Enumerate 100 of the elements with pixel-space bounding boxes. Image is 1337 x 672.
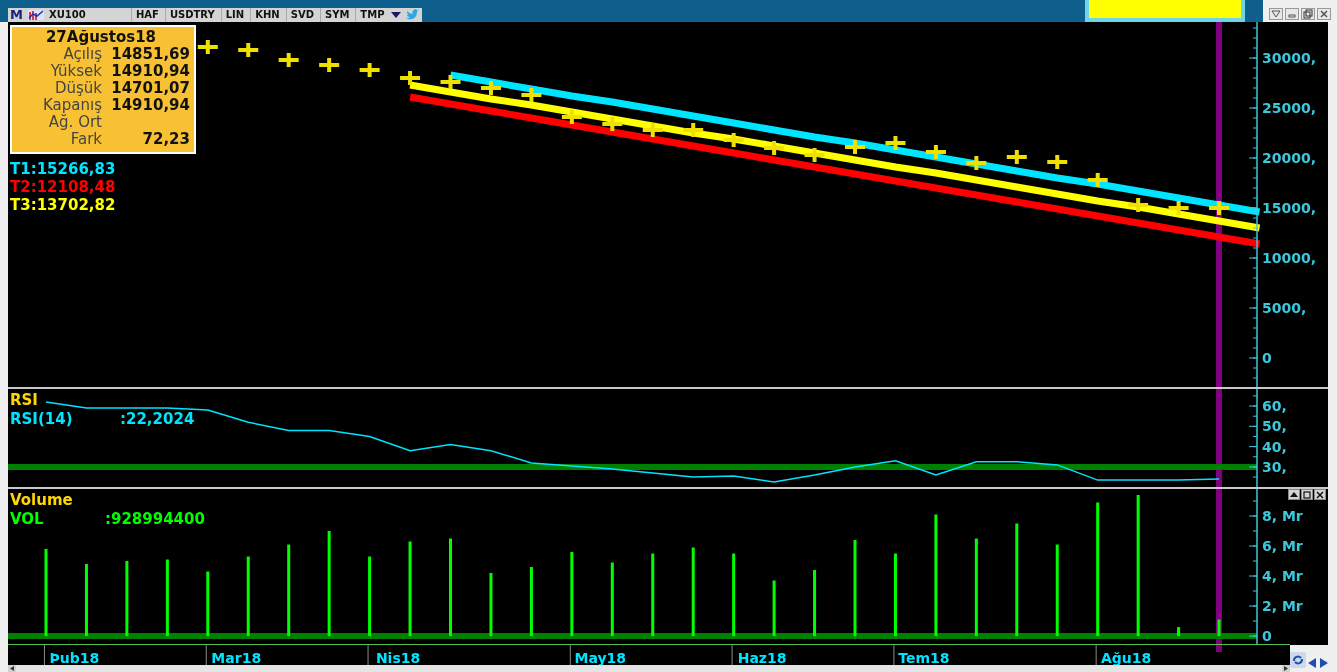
- month-label: Mar18: [211, 650, 262, 665]
- candle-marker: [359, 63, 380, 77]
- candle-marker: [197, 40, 218, 54]
- candle-marker: [1006, 150, 1027, 164]
- scrollbar[interactable]: [8, 665, 1290, 672]
- legend-label: T1:15266,83: [10, 160, 116, 178]
- axis-label: 30000,: [1262, 50, 1317, 66]
- refresh-button[interactable]: [1290, 652, 1306, 668]
- volume-bar: [206, 571, 210, 637]
- candle-marker: [966, 156, 987, 170]
- restore-button[interactable]: [1301, 8, 1315, 20]
- candle-marker: [1128, 198, 1149, 212]
- candle-marker: [804, 148, 825, 162]
- panel-maximize-button[interactable]: [1301, 489, 1313, 500]
- candle-marker: [925, 145, 946, 159]
- previous-button[interactable]: [1308, 658, 1317, 668]
- volume-bar: [489, 573, 493, 637]
- axis-label: 0: [1262, 628, 1272, 645]
- candle-marker: [723, 133, 744, 147]
- candle-marker: [1087, 173, 1108, 187]
- candle-marker: [238, 43, 259, 57]
- info-label: Yüksek: [49, 63, 102, 80]
- candle-marker: [400, 71, 421, 85]
- maximize-icon: [1302, 490, 1312, 499]
- axis-label: 50,: [1262, 418, 1287, 435]
- axis-label: 6, Mr: [1262, 538, 1303, 554]
- info-label: Düşük: [53, 80, 102, 97]
- volume-bar: [529, 567, 533, 637]
- axis-label: 5000,: [1262, 300, 1307, 316]
- caret-down-icon: [1271, 9, 1281, 19]
- axis-label: 8, Mr: [1262, 508, 1303, 524]
- panel-title: RSI: [10, 391, 39, 410]
- scroll-left-button[interactable]: [8, 665, 16, 672]
- candle-marker: [885, 136, 906, 150]
- bird-icon: [405, 9, 420, 21]
- axis-label: 60,: [1262, 398, 1287, 415]
- close-button[interactable]: [1317, 8, 1331, 20]
- axis-label: 25000,: [1262, 100, 1317, 116]
- chart-icon: [27, 9, 44, 21]
- indicator-name: VOL: [10, 510, 45, 529]
- info-value: 14851,69: [110, 46, 190, 63]
- info-label: Ağ. Ort: [48, 114, 102, 131]
- close-icon: [1315, 490, 1325, 499]
- axis-label: 2, Mr: [1262, 598, 1303, 615]
- indicator-value: :928994400: [105, 510, 205, 529]
- close-icon: [1319, 9, 1329, 19]
- month-label: Þub18: [49, 650, 100, 665]
- candle-marker: [1168, 201, 1189, 215]
- axis-label: 20000,: [1262, 150, 1317, 166]
- info-value: 14910,94: [110, 63, 190, 80]
- panel-close-button[interactable]: [1314, 489, 1326, 500]
- scroll-right-button[interactable]: [1282, 665, 1290, 672]
- caret-up-icon: [1289, 490, 1299, 499]
- axis-label: 30,: [1262, 458, 1287, 475]
- panel-title: Volume: [10, 491, 74, 510]
- axis-label: 10000,: [1262, 250, 1317, 266]
- info-value: 14701,07: [110, 80, 190, 97]
- candle-marker: [1047, 155, 1068, 169]
- volume-bar: [1177, 627, 1181, 637]
- info-label: Fark: [69, 131, 102, 148]
- volume-bar: [813, 570, 817, 637]
- volume-bar: [1217, 619, 1221, 637]
- info-label: Açılış: [62, 46, 102, 63]
- month-label: Tem18: [898, 650, 950, 665]
- candle-marker: [845, 140, 865, 154]
- candle-marker: [561, 110, 582, 124]
- window-menu-button[interactable]: [1269, 8, 1283, 20]
- refresh-icon: [1290, 652, 1306, 668]
- candle-marker: [642, 123, 663, 137]
- app-logo: M: [9, 8, 24, 22]
- info-value: 72,23: [141, 131, 190, 148]
- candle-marker: [1209, 201, 1230, 215]
- month-label: Nis18: [375, 650, 421, 665]
- legend-label: T3:13702,82: [10, 196, 116, 214]
- axis-label: 15000,: [1262, 200, 1317, 216]
- volume-bar: [772, 580, 776, 637]
- chart-button[interactable]: [26, 8, 45, 22]
- candle-marker: [764, 141, 785, 155]
- candle-marker: [480, 81, 501, 95]
- caret-left-icon: [10, 666, 14, 671]
- info-label: Kapanış: [42, 97, 102, 114]
- caret-right-icon: [1284, 666, 1288, 671]
- axis-label: 4, Mr: [1262, 568, 1303, 585]
- caret-left-icon: [1308, 658, 1317, 668]
- month-label: Haz18: [737, 650, 787, 665]
- restore-icon: [1303, 9, 1313, 19]
- panel-up-button[interactable]: [1288, 489, 1300, 500]
- axis-label: 0: [1262, 350, 1272, 366]
- indicator-name: RSI(14): [10, 410, 74, 429]
- caret-down-icon: [391, 11, 402, 19]
- candle-marker: [319, 58, 340, 72]
- indicator-value: :22,2024: [120, 410, 195, 429]
- candle-marker: [278, 53, 299, 67]
- caret-right-icon: [1319, 658, 1328, 668]
- minimize-button[interactable]: [1285, 8, 1299, 20]
- next-button[interactable]: [1319, 658, 1328, 668]
- candle-marker: [521, 88, 542, 102]
- candle-marker: [602, 117, 623, 131]
- legend-label: T2:12108,48: [10, 178, 116, 196]
- axis-label: 40,: [1262, 438, 1287, 455]
